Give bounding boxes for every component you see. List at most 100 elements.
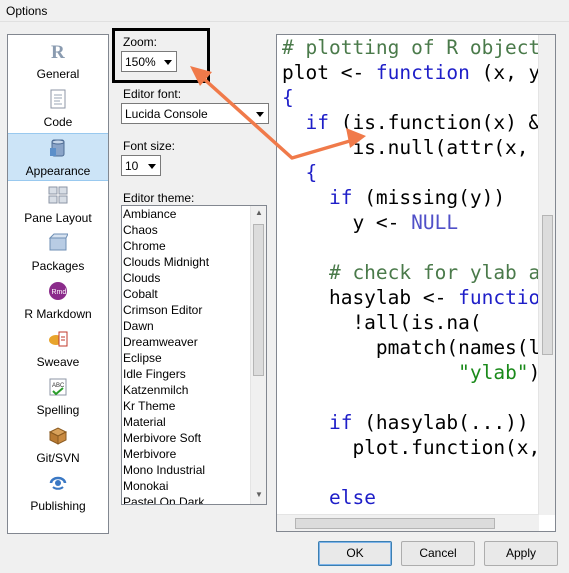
scrollbar-thumb[interactable]	[295, 518, 495, 529]
code-token: (hasylab(...))	[352, 411, 529, 434]
apply-button[interactable]: Apply	[484, 541, 558, 566]
sidebar-item-git-svn[interactable]: Git/SVN	[8, 421, 108, 469]
code-token: NULL	[411, 211, 459, 234]
sidebar-item-label: General	[36, 67, 80, 81]
scrollbar-thumb[interactable]	[542, 215, 553, 355]
code-token: (missing(y))	[352, 186, 506, 209]
sidebar-item-general[interactable]: R General	[8, 37, 108, 85]
rmd-icon: Rmd	[49, 282, 67, 300]
code-token: y <-	[282, 211, 412, 234]
list-item[interactable]: Merbivore Soft	[123, 431, 201, 447]
list-item[interactable]: Ambiance	[123, 207, 176, 223]
list-item[interactable]: Merbivore	[123, 447, 176, 463]
code-token: plot.function(x, y, ...)	[352, 436, 541, 459]
zoom-select[interactable]: 150%	[121, 51, 177, 72]
svg-text:Rmd: Rmd	[52, 289, 67, 296]
code-line: {	[282, 160, 544, 185]
code-token: if	[305, 111, 329, 134]
scroll-down-icon[interactable]: ▼	[253, 490, 265, 504]
editor-theme-list[interactable]: Ambiance Chaos Chrome Clouds Midnight Clouds…	[121, 205, 267, 505]
ok-button[interactable]: OK	[318, 541, 392, 566]
theme-list-scrollbar[interactable]: ▲ ▼	[250, 206, 266, 504]
code-line: pmatch(names(list(...)),	[282, 335, 544, 360]
chevron-down-icon	[164, 60, 172, 65]
sidebar-item-spelling[interactable]: ABC Spelling	[8, 373, 108, 421]
zoom-value: 150%	[125, 55, 156, 69]
title-bar: Options	[0, 0, 569, 22]
spelling-icon: ABC	[49, 378, 67, 396]
code-token: hasylab <-	[282, 286, 459, 309]
font-size-select[interactable]: 10	[121, 155, 161, 176]
sweave-icon	[49, 331, 68, 347]
sidebar-item-packages[interactable]: Packages	[8, 229, 108, 277]
code-token: !all(is.na(	[282, 311, 482, 334]
list-item[interactable]: Clouds	[123, 271, 160, 287]
git-svn-icon	[48, 427, 68, 445]
code-token: (x, y, ...)	[481, 61, 544, 84]
list-item[interactable]: Katzenmilch	[123, 383, 188, 399]
list-item[interactable]: Cobalt	[123, 287, 158, 303]
list-item[interactable]: Dawn	[123, 319, 154, 335]
code-line: if (missing(y))	[282, 185, 544, 210]
code-line: !all(is.na(	[282, 310, 544, 335]
code-line: y <- NULL	[282, 210, 544, 235]
code-line: "ylab")))	[282, 360, 544, 385]
list-item[interactable]: Monokai	[123, 479, 168, 495]
list-item[interactable]: Kr Theme	[123, 399, 175, 415]
list-item[interactable]: Idle Fingers	[123, 367, 186, 383]
scroll-up-icon[interactable]: ▲	[253, 208, 265, 222]
list-item[interactable]: Pastel On Dark	[123, 495, 204, 504]
list-item[interactable]: Eclipse	[123, 351, 162, 367]
preview-vertical-scrollbar[interactable]	[538, 35, 555, 515]
chevron-down-icon	[256, 112, 264, 117]
code-token: function	[375, 61, 470, 84]
sidebar-item-label: Sweave	[36, 355, 80, 369]
code-token: "ylab"	[458, 361, 529, 384]
preview-horizontal-scrollbar[interactable]	[277, 514, 539, 531]
window-title: Options	[6, 4, 48, 18]
list-item[interactable]: Material	[123, 415, 166, 431]
list-item[interactable]: Crimson Editor	[123, 303, 202, 319]
editor-font-select[interactable]: Lucida Console	[121, 103, 269, 124]
pane-layout-icon	[48, 186, 68, 204]
code-line: # check for ylab argument	[282, 260, 544, 285]
publishing-icon	[49, 476, 67, 490]
code-line: plot <- function (x, y, ...)	[282, 60, 544, 85]
code-preview: # plotting of R objects plot <- function …	[282, 35, 544, 513]
code-line: {	[282, 85, 544, 110]
list-item[interactable]: Chaos	[123, 223, 158, 239]
chevron-down-icon	[148, 164, 156, 169]
zoom-label: Zoom:	[123, 35, 158, 49]
sidebar-item-label: Packages	[31, 259, 85, 273]
list-item[interactable]: Chrome	[123, 239, 166, 255]
sidebar-item-publishing[interactable]: Publishing	[8, 469, 108, 517]
sidebar-item-sweave[interactable]: Sweave	[8, 325, 108, 373]
scrollbar-thumb[interactable]	[253, 224, 264, 376]
list-item[interactable]: Mono Industrial	[123, 463, 205, 479]
sidebar-item-appearance[interactable]: Appearance	[8, 133, 108, 181]
code-line: plot.function(	[282, 510, 544, 513]
sidebar-item-label: Git/SVN	[36, 451, 80, 465]
svg-text:R: R	[51, 42, 65, 61]
code-token: {	[282, 86, 294, 109]
list-item[interactable]: Dreamweaver	[123, 335, 198, 351]
sidebar-item-label: Publishing	[30, 499, 86, 513]
r-logo-icon: R	[51, 42, 65, 61]
code-line: # plotting of R objects	[282, 35, 544, 60]
sidebar-item-code[interactable]: Code	[8, 85, 108, 133]
list-item[interactable]: Clouds Midnight	[123, 255, 209, 271]
code-token: pmatch(names(list(...)),	[375, 336, 544, 359]
sidebar-item-pane-layout[interactable]: Pane Layout	[8, 181, 108, 229]
sidebar-item-r-markdown[interactable]: Rmd R Markdown	[8, 277, 108, 325]
cancel-button[interactable]: Cancel	[401, 541, 475, 566]
code-token: {	[282, 161, 318, 184]
editor-theme-label: Editor theme:	[123, 191, 195, 205]
code-token: # check for ylab argument	[328, 261, 544, 284]
